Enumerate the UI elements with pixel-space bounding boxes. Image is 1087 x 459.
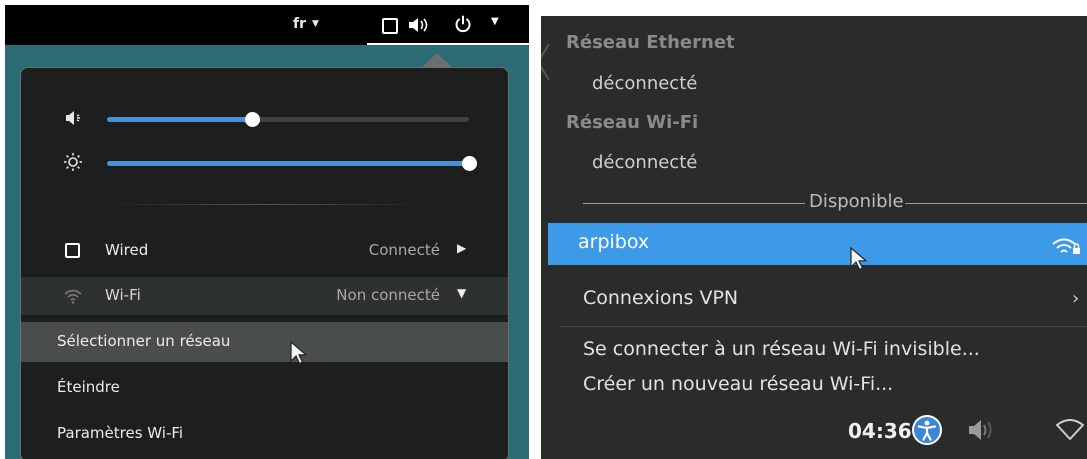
network-name: arpibox [578, 231, 650, 253]
ethernet-header: Réseau Ethernet [566, 32, 735, 53]
brightness-slider-fill [107, 161, 469, 166]
wifi-network-item[interactable]: Wi-Fi Non connecté ▼ [21, 277, 508, 315]
vpn-connections-item[interactable]: Connexions VPN [583, 287, 738, 309]
window-edge-decoration [541, 43, 550, 81]
mouse-cursor-icon [290, 340, 307, 365]
available-label: Disponible [809, 191, 904, 212]
volume-icon[interactable] [408, 17, 430, 33]
volume-slider[interactable] [107, 112, 469, 127]
select-network-item[interactable]: Sélectionner un réseau [21, 322, 508, 362]
wifi-icon [64, 289, 82, 304]
clock[interactable]: 04:36 [848, 419, 912, 443]
mouse-cursor-icon [850, 246, 867, 271]
keyboard-layout-indicator[interactable]: fr ▼ [293, 16, 319, 32]
wifi-secured-signal-icon [1052, 238, 1080, 254]
menu-pointer-arrow [421, 53, 453, 68]
turn-off-wifi-label: Éteindre [57, 378, 120, 396]
chevron-down-icon: ▼ [491, 16, 499, 27]
kde-network-applet-screenshot: Réseau Ethernet déconnecté Réseau Wi-Fi … [541, 16, 1087, 459]
wifi-settings-label: Paramètres Wi-Fi [57, 424, 184, 442]
system-tray: 04:36 [541, 407, 1087, 459]
keyboard-layout-label: fr [293, 16, 306, 32]
volume-low-icon [66, 111, 80, 125]
chevron-down-icon: ▼ [457, 286, 467, 300]
network-icon[interactable] [1055, 419, 1085, 441]
ethernet-status: déconnecté [592, 73, 698, 94]
gnome-panel-screenshot: fr ▼ ▼ Wired Connecté ▶ Wi-Fi Non connec… [5, 5, 529, 459]
wifi-settings-item[interactable]: Paramètres Wi-Fi [21, 415, 508, 453]
brightness-slider-row [21, 150, 508, 174]
wifi-status: Non connecté [336, 286, 440, 304]
volume-slider-handle[interactable] [244, 112, 260, 127]
network-item-arpibox[interactable]: arpibox [548, 223, 1087, 265]
wifi-header: Réseau Wi-Fi [566, 112, 699, 133]
volume-slider-row [21, 106, 508, 130]
wired-network-item[interactable]: Wired Connecté ▶ [21, 232, 508, 270]
chevron-down-icon: ▼ [312, 19, 319, 29]
menu-separator [107, 204, 427, 205]
brightness-icon [64, 153, 82, 171]
volume-slider-fill [107, 117, 252, 122]
accessibility-icon[interactable] [912, 415, 942, 445]
top-bar: fr ▼ ▼ [5, 5, 529, 45]
connect-hidden-wifi-item[interactable]: Se connecter à un réseau Wi-Fi invisible… [583, 338, 980, 360]
separator-line [583, 203, 805, 204]
wifi-status: déconnecté [592, 152, 698, 173]
network-wired-icon[interactable] [382, 18, 398, 34]
chevron-right-icon: ▶ [457, 241, 467, 255]
system-status-menu: Wired Connecté ▶ Wi-Fi Non connecté ▼ Sé… [20, 67, 509, 459]
wifi-label: Wi-Fi [105, 286, 141, 304]
separator-line [905, 203, 1087, 204]
select-network-label: Sélectionner un réseau [57, 332, 231, 350]
volume-icon[interactable] [967, 417, 995, 443]
network-wired-icon [63, 242, 83, 260]
power-icon[interactable] [454, 15, 472, 33]
menu-divider [559, 326, 1087, 327]
wired-label: Wired [105, 241, 149, 259]
available-separator: Disponible [583, 191, 1087, 213]
brightness-slider-handle[interactable] [462, 156, 477, 171]
chevron-right-icon: › [1072, 288, 1080, 309]
brightness-slider[interactable] [107, 156, 477, 171]
turn-off-wifi-item[interactable]: Éteindre [21, 369, 508, 407]
create-wifi-network-item[interactable]: Créer un nouveau réseau Wi-Fi... [583, 373, 893, 395]
wired-status: Connecté [368, 241, 440, 259]
